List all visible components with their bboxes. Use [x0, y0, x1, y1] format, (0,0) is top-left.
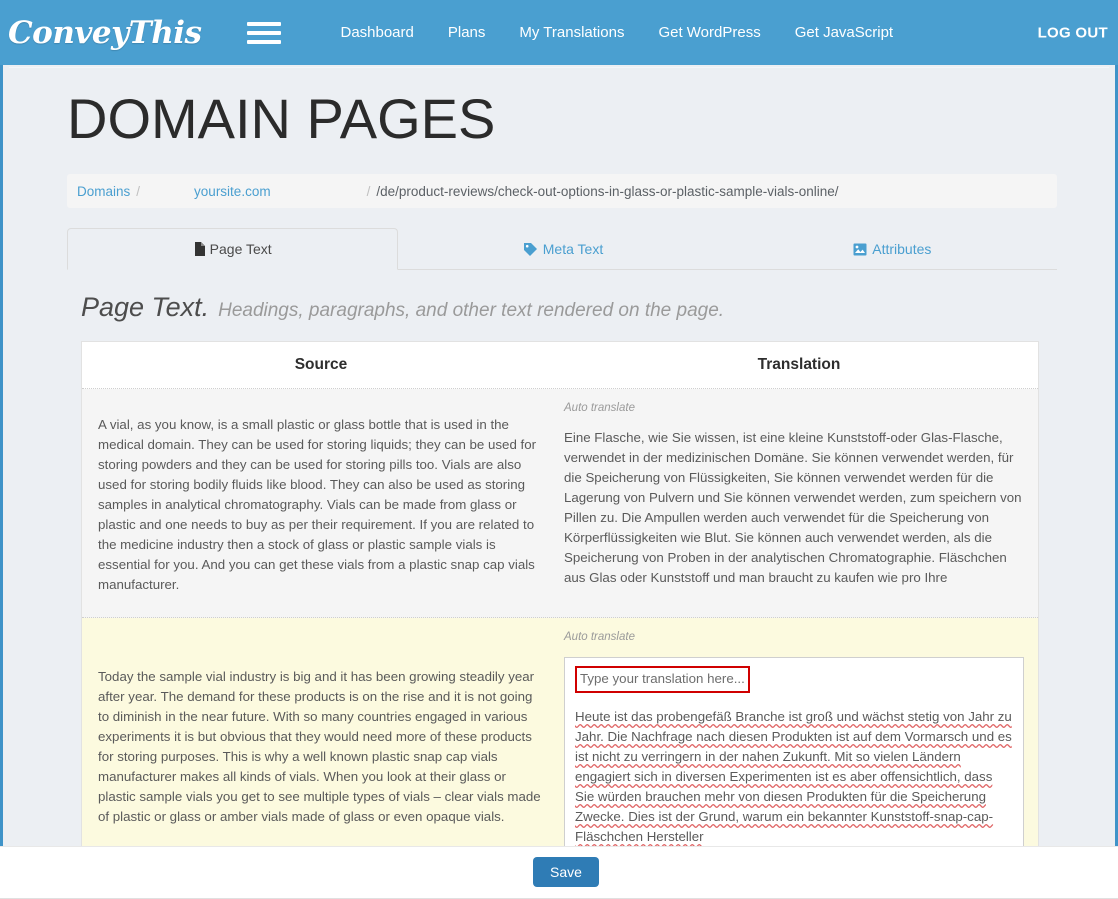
top-navbar: ConveyThis Dashboard Plans My Translatio…	[0, 0, 1118, 65]
page-inner-edge	[9, 67, 1109, 68]
column-header-source: Source	[294, 356, 348, 373]
tab-attributes-label: Attributes	[872, 241, 932, 257]
table-header-row: Source Translation	[82, 342, 1038, 389]
nav-item-dashboard[interactable]: Dashboard	[323, 24, 430, 41]
section-subtitle: Headings, paragraphs, and other text ren…	[218, 300, 725, 321]
source-text: Today the sample vial industry is big an…	[98, 669, 541, 824]
column-header-translation: Translation	[757, 356, 841, 373]
breadcrumb: Domains / yoursite.com / /de/product-rev…	[67, 174, 1057, 208]
app-window: ConveyThis Dashboard Plans My Translatio…	[0, 0, 1118, 899]
tag-icon	[523, 242, 538, 256]
breadcrumb-separator: /	[366, 183, 371, 199]
nav-item-my-translations[interactable]: My Translations	[502, 24, 641, 41]
section-title: Page Text.	[81, 292, 210, 322]
document-icon	[194, 242, 205, 256]
translation-cell: Auto translate Type your translation her…	[560, 618, 1038, 846]
section-heading: Page Text. Headings, paragraphs, and oth…	[81, 292, 1115, 323]
breadcrumb-current-path: /de/product-reviews/check-out-options-in…	[376, 183, 839, 199]
tab-attributes[interactable]: Attributes	[728, 228, 1057, 270]
table-row: Today the sample vial industry is big an…	[82, 618, 1038, 846]
breadcrumb-site[interactable]: yoursite.com	[194, 184, 271, 199]
logout-button[interactable]: LOG OUT	[1038, 24, 1108, 41]
auto-translate-link[interactable]: Auto translate	[564, 627, 1024, 647]
hamburger-bar	[247, 39, 282, 44]
nav-item-get-wordpress[interactable]: Get WordPress	[641, 24, 777, 41]
page-title: DOMAIN PAGES	[67, 87, 496, 150]
table-row: A vial, as you know, is a small plastic …	[82, 389, 1038, 618]
nav-links: Dashboard Plans My Translations Get Word…	[323, 24, 910, 41]
auto-translate-link[interactable]: Auto translate	[564, 398, 1024, 418]
save-button[interactable]: Save	[533, 857, 599, 887]
brand-logo[interactable]: ConveyThis	[8, 15, 202, 51]
hamburger-bar	[247, 21, 282, 26]
footer-bar: Save	[0, 846, 1118, 899]
source-text: A vial, as you know, is a small plastic …	[98, 417, 537, 592]
tab-meta-text-label: Meta Text	[542, 241, 604, 257]
translations-table: Source Translation A vial, as you know, …	[81, 341, 1039, 846]
image-icon	[853, 243, 867, 256]
translation-placeholder: Type your translation here...	[575, 666, 750, 693]
breadcrumb-domains[interactable]: Domains	[77, 184, 130, 199]
translation-cell: Auto translate Eine Flasche, wie Sie wis…	[560, 389, 1038, 617]
translation-text[interactable]: Heute ist das probengefäß Branche ist gr…	[575, 707, 1013, 846]
tab-page-text-label: Page Text	[209, 241, 272, 257]
tab-bar: Page Text Meta Text Attributes	[67, 228, 1057, 270]
translation-input[interactable]: Type your translation here... Heute ist …	[564, 657, 1024, 846]
nav-item-plans[interactable]: Plans	[431, 24, 503, 41]
page-content: DOMAIN PAGES Domains / yoursite.com / /d…	[0, 65, 1118, 846]
hamburger-bar	[247, 30, 282, 35]
breadcrumb-separator: /	[136, 183, 141, 199]
tab-page-text[interactable]: Page Text	[67, 228, 399, 270]
hamburger-icon[interactable]	[247, 20, 282, 46]
translation-text[interactable]: Eine Flasche, wie Sie wissen, ist eine k…	[564, 428, 1024, 588]
tab-meta-text[interactable]: Meta Text	[398, 228, 727, 270]
nav-item-get-javascript[interactable]: Get JavaScript	[778, 24, 910, 41]
